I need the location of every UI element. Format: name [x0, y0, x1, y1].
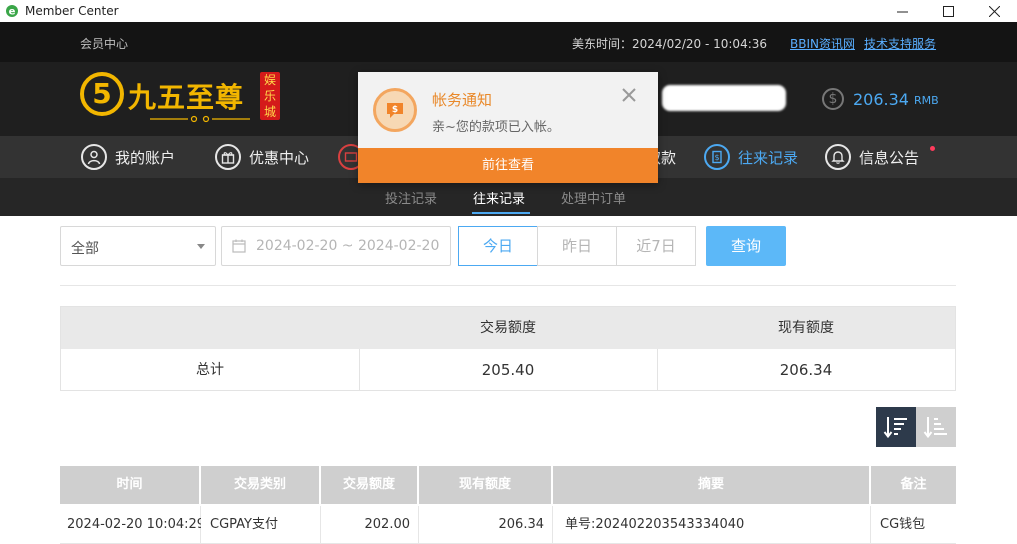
window-controls [879, 0, 1017, 22]
nav-label: 信息公告 [859, 148, 920, 167]
table-row-note: CG钱包 [871, 506, 956, 544]
bell-icon [825, 144, 851, 170]
maximize-icon [942, 5, 954, 17]
username-redacted [662, 85, 786, 111]
summary-header-current: 现有额度 [778, 320, 834, 336]
toast-view-button[interactable]: 前往查看 [358, 148, 658, 183]
records-icon: $ [704, 144, 730, 170]
account-balance: $ 206.34 RMB [822, 88, 939, 110]
sort-ascending-icon [923, 417, 947, 439]
nav-announcements[interactable]: 信息公告 [825, 136, 919, 178]
top-info-bar: 会员中心 美东时间：2024/02/20 - 10:04:36 BBIN资讯网 … [0, 22, 1017, 62]
logo-badge: 娱乐城 [260, 72, 280, 120]
sort-ascending-button[interactable] [916, 407, 956, 447]
summary-row-label: 总计 [196, 362, 224, 378]
close-button[interactable] [971, 0, 1017, 22]
logo-flourish-icon [150, 115, 250, 123]
filter-divider [60, 285, 956, 286]
tab-transaction-records[interactable]: 往来记录 [473, 188, 525, 207]
app-icon: e [6, 5, 18, 18]
type-select[interactable]: 全部 [60, 226, 216, 266]
table-row-balance: 206.34 [419, 506, 553, 544]
svg-text:$: $ [392, 105, 398, 115]
query-button[interactable]: 查询 [706, 226, 786, 266]
close-icon [988, 5, 1000, 17]
sort-descending-icon [883, 417, 907, 439]
site-logo[interactable]: 5 九五至尊 娱乐城 [80, 70, 285, 130]
user-icon [81, 144, 107, 170]
calendar-icon [232, 239, 246, 253]
column-header-time: 时间 [60, 466, 199, 504]
nav-label: 往来记录 [738, 148, 799, 167]
column-header-note: 备注 [871, 466, 956, 504]
quick-today-button[interactable]: 今日 [458, 226, 538, 266]
minimize-button[interactable] [879, 0, 925, 22]
nav-label: 我的账户 [115, 148, 176, 167]
toast-title: 帐务通知 [432, 91, 493, 109]
column-header-type: 交易类别 [201, 466, 319, 504]
toast-message: 亲~您的款项已入帐。 [432, 120, 560, 135]
minimize-icon [896, 11, 908, 12]
window-titlebar: e Member Center [0, 0, 1017, 22]
logo-text: 九五至尊 [128, 81, 245, 114]
maximize-button[interactable] [925, 0, 971, 22]
sub-nav: 投注记录 往来记录 处理中订单 [0, 178, 1017, 216]
date-range-input[interactable]: 2024-02-20 ~ 2024-02-20 [221, 226, 451, 266]
logo-ring-icon: 5 [80, 72, 124, 116]
nav-records[interactable]: $ 往来记录 [704, 136, 798, 178]
table-row-summary: 单号:202402203543334040 [553, 506, 871, 544]
notification-dot [930, 146, 935, 151]
column-header-balance: 现有额度 [419, 466, 551, 504]
bbin-news-link[interactable]: BBIN资讯网 [790, 35, 855, 52]
table-row-time: 2024-02-20 10:04:29 [60, 506, 205, 544]
member-center-label: 会员中心 [80, 37, 129, 51]
summary-header-transaction: 交易额度 [480, 320, 536, 336]
type-select-value: 全部 [71, 241, 99, 257]
column-header-amount: 交易额度 [321, 466, 417, 504]
column-header-summary: 摘要 [553, 466, 869, 504]
table-row-amount: 202.00 [321, 506, 419, 544]
account-notification-toast: $ 帐务通知 亲~您的款项已入帐。 前往查看 [358, 72, 658, 183]
money-chat-icon: $ [373, 88, 417, 132]
svg-text:$: $ [714, 153, 719, 162]
nav-label: 优惠中心 [249, 148, 310, 167]
balance-amount: 206.34 [853, 89, 909, 109]
quick-yesterday-button[interactable]: 昨日 [537, 226, 617, 266]
active-tab-underline [472, 212, 530, 214]
close-icon[interactable] [620, 86, 638, 104]
quick-last7days-button[interactable]: 近7日 [616, 226, 696, 266]
summary-current-total: 206.34 [779, 361, 833, 379]
date-range-value: 2024-02-20 ~ 2024-02-20 [256, 238, 440, 254]
balance-unit: RMB [913, 94, 939, 107]
tech-support-link[interactable]: 技术支持服务 [864, 35, 936, 52]
summary-transaction-total: 205.40 [481, 361, 535, 379]
nav-my-account[interactable]: 我的账户 [81, 136, 175, 178]
summary-table: 交易额度 现有额度 总计 205.40 206.34 [60, 306, 956, 391]
dollar-icon: $ [822, 88, 844, 110]
tab-pending-orders[interactable]: 处理中订单 [561, 188, 626, 207]
caret-down-icon [197, 244, 205, 249]
svg-text:e: e [9, 7, 16, 18]
gift-icon [215, 144, 241, 170]
nav-promotions[interactable]: 优惠中心 [215, 136, 309, 178]
table-row-type: CGPAY支付 [201, 506, 321, 544]
sort-descending-button[interactable] [876, 407, 916, 447]
tab-bet-records[interactable]: 投注记录 [385, 188, 437, 207]
window-title: Member Center [25, 4, 119, 18]
us-east-time: 美东时间：2024/02/20 - 10:04:36 [572, 37, 768, 51]
